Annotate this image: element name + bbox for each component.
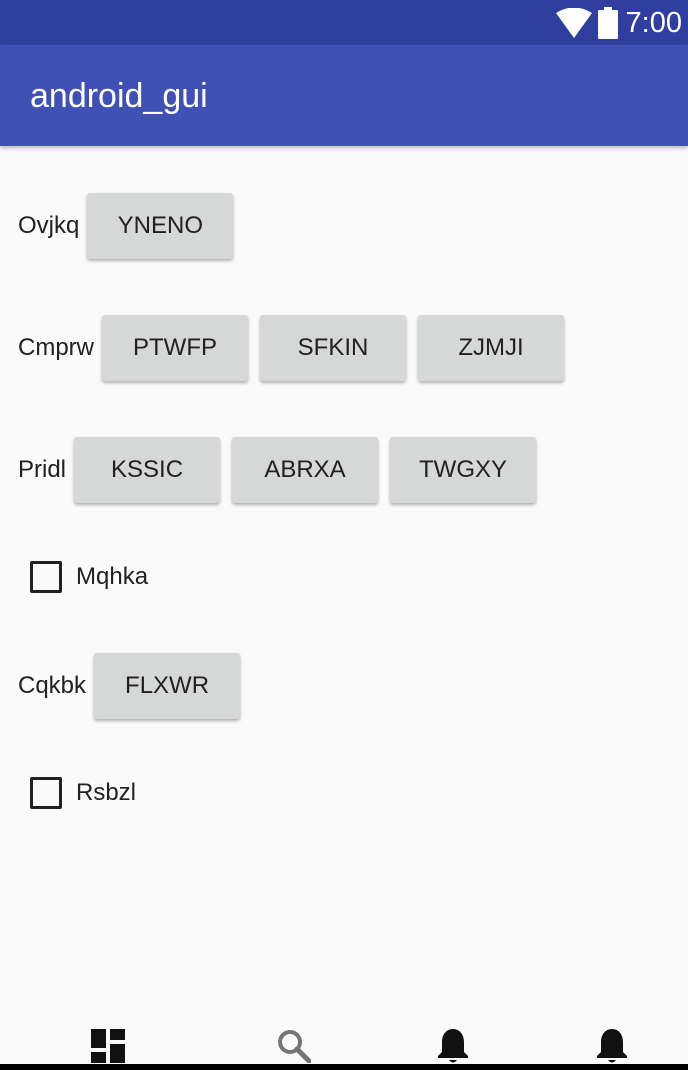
row-label: Pridl [18,456,67,483]
checkbox-label: Mqhka [76,563,149,590]
button-kssic[interactable]: KSSIC [74,437,221,503]
dashboard-icon[interactable] [88,1026,128,1066]
button-twgxy[interactable]: TWGXY [390,437,537,503]
row-label: Cmprw [18,334,94,361]
row-pridl: Pridl KSSIC ABRXA TWGXY [18,435,548,505]
checkbox-mqhka-row[interactable]: Mqhka [30,557,148,597]
status-icons: 7:00 [555,5,682,41]
button-sfkin[interactable]: SFKIN [260,315,406,381]
row-label: Cqkbk [18,672,87,699]
checkbox-label: Rsbzl [76,779,137,806]
status-time: 7:00 [625,7,682,39]
button-zjmji[interactable]: ZJMJI [418,315,564,381]
row-ovjkq: Ovjkq YNENO [18,191,245,261]
wifi-icon [555,8,592,38]
button-yneno[interactable]: YNENO [87,193,234,259]
row-cmprw: Cmprw PTWFP SFKIN ZJMJI [18,313,576,383]
app-title: android_gui [30,77,208,115]
status-bar: 7:00 [0,0,688,45]
button-abrxa[interactable]: ABRXA [232,437,379,503]
bottom-edge-bar [0,1064,688,1070]
search-icon[interactable] [274,1026,314,1066]
button-ptwfp[interactable]: PTWFP [102,315,248,381]
bottom-navigation [0,1012,688,1070]
checkbox-mqhka[interactable] [30,561,62,593]
row-cqkbk: Cqkbk FLXWR [18,651,252,721]
app-bar: android_gui [0,45,688,146]
notifications-icon[interactable] [433,1026,473,1066]
checkbox-rsbzl-row[interactable]: Rsbzl [30,773,136,813]
checkbox-rsbzl[interactable] [30,777,62,809]
row-label: Ovjkq [18,212,80,239]
battery-icon [597,7,618,39]
button-flxwr[interactable]: FLXWR [94,653,241,719]
notifications-icon[interactable] [592,1026,632,1066]
